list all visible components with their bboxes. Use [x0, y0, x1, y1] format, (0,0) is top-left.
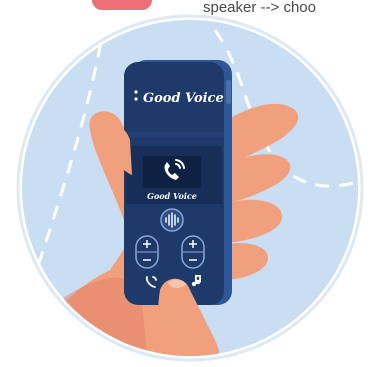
brand-logo-top: Good Voice	[143, 91, 224, 106]
brand-dot-top	[134, 90, 138, 94]
left-volume-rocker[interactable]	[135, 235, 159, 269]
illustration: Good Voice Good Voice	[16, 14, 364, 362]
right-volume-rocker[interactable]	[181, 235, 205, 269]
screen	[143, 156, 201, 188]
brand-dot-bottom	[134, 97, 138, 101]
voice-wave-button[interactable]	[160, 208, 184, 232]
side-button	[226, 80, 231, 104]
device-divider	[124, 132, 224, 138]
brand-logo-screen: Good Voice	[147, 191, 197, 201]
